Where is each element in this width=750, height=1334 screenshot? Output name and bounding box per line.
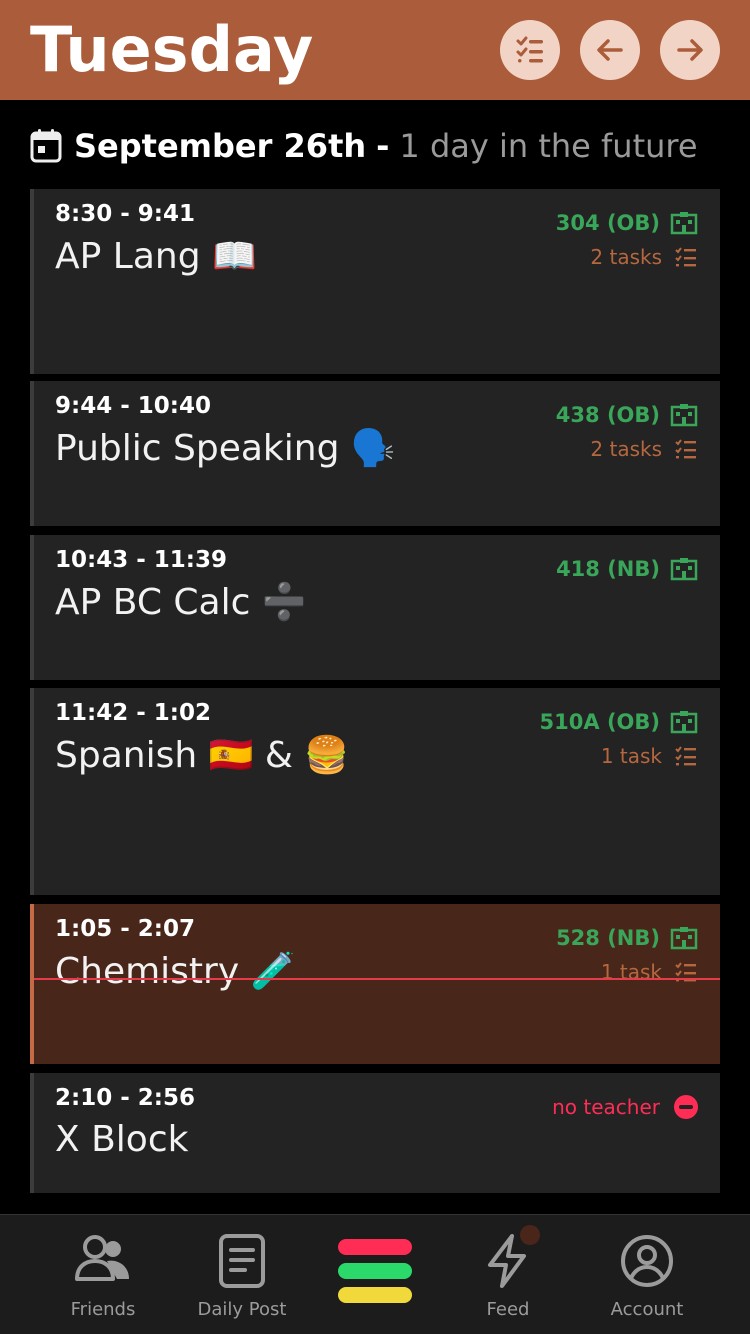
tasks-label: 1 task [601,744,698,768]
class-name: Chemistry 🧪 [55,951,296,992]
schedule-nav-button[interactable] [338,1239,412,1311]
nav-account-label: Account [610,1299,684,1320]
tasks-label: 2 tasks [590,437,698,461]
account-icon [621,1235,673,1287]
schedule-bar-red [338,1239,412,1255]
arrow-right-icon [677,39,703,61]
class-card-ap-lang[interactable]: 8:30 - 9:41 AP Lang 📖 304 (OB) 2 tasks [30,189,720,374]
building-icon [670,711,698,734]
nav-daily-post-label: Daily Post [197,1299,287,1320]
class-card-x-block[interactable]: 2:10 - 2:56 X Block no teacher [30,1073,720,1193]
class-name: Public Speaking 🗣️ [55,428,396,469]
class-name: AP BC Calc ➗ [55,582,307,623]
class-card-spanish[interactable]: 11:42 - 1:02 Spanish 🇪🇸 & 🍔 510A (OB) 1 … [30,688,720,895]
class-time: 1:05 - 2:07 [55,916,195,942]
arrow-left-icon [597,39,623,61]
day-title: Tuesday [30,13,314,86]
tasks-count: 2 tasks [590,245,662,269]
header-bar: Tuesday [0,0,750,100]
relative-day-text: 1 day in the future [399,127,698,165]
checklist-icon [675,746,696,766]
friends-icon [75,1235,129,1281]
status-text: no teacher [552,1095,660,1119]
room-label: 418 (NB) [556,557,698,581]
schedule-bar-yellow [338,1287,412,1303]
nav-friends[interactable]: Friends [33,1233,173,1320]
class-card-public-speaking[interactable]: 9:44 - 10:40 Public Speaking 🗣️ 438 (OB)… [30,381,720,526]
nav-feed-label: Feed [486,1299,530,1320]
room-number: 510A (OB) [539,710,660,734]
room-number: 304 (OB) [555,211,660,235]
class-time: 9:44 - 10:40 [55,393,211,419]
tasks-label: 1 task [601,960,698,984]
class-card-ap-bc-calc[interactable]: 10:43 - 11:39 AP BC Calc ➗ 418 (NB) [30,535,720,680]
room-label: 528 (NB) [556,926,698,950]
building-icon [670,558,698,581]
bottom-nav: Friends Daily Post Feed Account [0,1214,750,1334]
tasks-count: 2 tasks [590,437,662,461]
room-label: 438 (OB) [556,403,698,427]
room-label: 510A (OB) [540,710,698,734]
checklist-icon [675,439,696,459]
task-list-icon [516,36,543,63]
building-icon [670,927,698,950]
calendar-icon [30,129,62,163]
current-time-line [34,978,720,980]
class-time: 10:43 - 11:39 [55,547,227,573]
room-label: 304 (OB) [556,211,698,235]
class-name: AP Lang 📖 [55,236,257,277]
date-text: September 26th [74,127,367,165]
no-teacher-label: no teacher [552,1095,698,1119]
notification-badge [520,1225,540,1245]
class-time: 8:30 - 9:41 [55,201,195,227]
tasks-label: 2 tasks [590,245,698,269]
building-icon [670,404,698,427]
document-icon [219,1234,265,1288]
checklist-icon [675,247,696,267]
minus-circle-icon [674,1095,698,1119]
tasks-count: 1 task [600,960,662,984]
room-number: 438 (OB) [555,403,660,427]
class-time: 11:42 - 1:02 [55,700,211,726]
class-name: Spanish 🇪🇸 & 🍔 [55,735,350,776]
class-card-chemistry[interactable]: 1:05 - 2:07 Chemistry 🧪 528 (NB) 1 task [30,904,720,1064]
class-name: X Block [55,1119,189,1160]
schedule-bar-green [338,1263,412,1279]
nav-friends-label: Friends [70,1299,136,1320]
room-number: 528 (NB) [556,926,660,950]
nav-account[interactable]: Account [577,1233,717,1320]
nav-daily-post[interactable]: Daily Post [172,1233,312,1320]
previous-day-button[interactable] [580,20,640,80]
room-number: 418 (NB) [556,557,660,581]
task-list-button[interactable] [500,20,560,80]
date-separator: - [376,127,390,165]
date-heading: September 26th - 1 day in the future [30,124,698,168]
tasks-count: 1 task [600,744,662,768]
nav-feed[interactable]: Feed [438,1225,578,1320]
building-icon [670,212,698,235]
next-day-button[interactable] [660,20,720,80]
class-time: 2:10 - 2:56 [55,1085,195,1111]
